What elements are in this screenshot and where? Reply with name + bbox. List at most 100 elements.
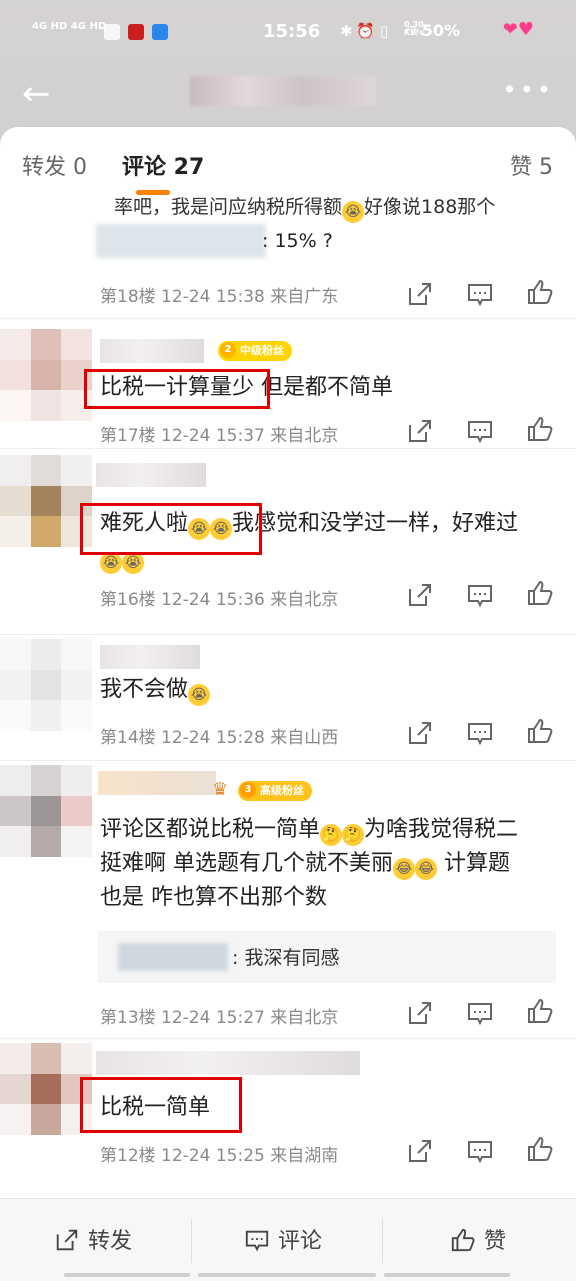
share-icon[interactable]: [406, 280, 434, 308]
bluetooth-icon: ✱: [340, 22, 353, 40]
status-bar: 4G HD 4G HD 15:56 ✱ ⏰ ▯ ◠ 0.30 KB/s 50% …: [0, 18, 576, 48]
share-icon[interactable]: [406, 1137, 434, 1165]
divider: [191, 1219, 192, 1263]
like-icon[interactable]: [526, 278, 554, 306]
thinking-emoji-icon: 🤔: [342, 824, 365, 846]
badge-label: 高级粉丝: [260, 784, 304, 797]
tab-comments[interactable]: 评论 27: [122, 149, 204, 181]
medal-icon: ♛: [212, 779, 229, 800]
blurred-reply-author: [118, 943, 228, 971]
comment-text: 好像说188那个: [364, 196, 496, 218]
highlight-box: [80, 503, 262, 555]
comment-text: : 15% ?: [262, 230, 333, 252]
like-icon[interactable]: [526, 579, 554, 607]
alarm-icon: ⏰: [356, 22, 375, 40]
comment-label: 评论: [278, 1229, 323, 1254]
share-icon: [56, 1229, 78, 1251]
avatar[interactable]: [0, 639, 92, 731]
tab-likes[interactable]: 赞 5: [510, 149, 553, 181]
comment-text: 也是 咋也算不出那个数: [100, 885, 327, 910]
tab-repost[interactable]: 转发 0: [22, 149, 87, 181]
back-arrow-icon[interactable]: ←: [22, 74, 51, 114]
comment-text: 计算题: [437, 851, 510, 876]
comment-icon[interactable]: [466, 999, 494, 1027]
comment-meta: 第12楼 12-24 15:25 来自湖南: [100, 1146, 339, 1166]
comment-text: 评论区都说比税一简单: [100, 817, 321, 842]
crying-emoji-icon: 😭: [342, 201, 365, 223]
like-icon[interactable]: [526, 415, 554, 443]
like-label: 赞: [484, 1229, 507, 1254]
badge-level: 3: [240, 782, 256, 798]
laugh-cry-emoji-icon: 😂: [393, 858, 415, 880]
fan-level-badge: 2 中级粉丝: [218, 341, 292, 361]
crying-emoji-icon: 😭: [100, 552, 122, 574]
crying-emoji-icon: 😭: [122, 552, 144, 574]
bottom-action-bar: 转发 评论 赞: [0, 1198, 576, 1281]
comment-icon[interactable]: [466, 719, 494, 747]
avatar[interactable]: [0, 765, 92, 857]
avatar[interactable]: [0, 329, 92, 421]
blurred-username[interactable]: [100, 645, 200, 669]
comment-text: 我不会做: [100, 677, 189, 702]
blurred-username[interactable]: [96, 463, 206, 487]
like-icon[interactable]: [526, 717, 554, 745]
repost-label: 转发: [88, 1229, 133, 1254]
highlight-box: [80, 1077, 242, 1133]
highlight-box: [84, 369, 270, 409]
gesture-bar: [64, 1273, 190, 1277]
like-icon[interactable]: [526, 1135, 554, 1163]
gesture-bar: [384, 1273, 510, 1277]
comment-item: ♛ 3 高级粉丝 评论区都说比税一简单 🤔 🤔 为啥我觉得税二 挺难啊 单选题有几个就不…: [0, 760, 576, 1039]
more-dots-icon[interactable]: •••: [503, 76, 554, 104]
comment-text: 为啥我觉得税二: [364, 817, 519, 842]
like-button[interactable]: 赞: [450, 1223, 506, 1255]
like-icon[interactable]: [526, 997, 554, 1025]
blurred-username[interactable]: [96, 1051, 360, 1075]
blurred-title: [190, 76, 376, 106]
comment-text: 我感觉和没学过一样，好难过: [232, 511, 519, 536]
badge-label: 中级粉丝: [240, 344, 284, 357]
blurred-username[interactable]: [100, 339, 204, 363]
badge-level: 2: [220, 342, 236, 358]
share-icon[interactable]: [406, 417, 434, 445]
reply-preview[interactable]: : 我深有同感: [98, 931, 556, 983]
avatar[interactable]: [0, 1043, 92, 1135]
comment-item: 2 中级粉丝 比税一计算量少 但是都不简单 第17楼 12-24 15:37 来自…: [0, 318, 576, 449]
comment-item: 我不会做 😭 第14楼 12-24 15:28 来自山西: [0, 634, 576, 761]
reply-text: : 我深有同感: [232, 947, 340, 969]
comment-icon[interactable]: [466, 581, 494, 609]
crying-emoji-icon: 😭: [188, 684, 211, 706]
share-icon[interactable]: [406, 719, 434, 747]
comment-meta: 第14楼 12-24 15:28 来自山西: [100, 728, 339, 748]
like-icon: [451, 1228, 475, 1252]
signal-indicator: 4G HD 4G HD: [32, 21, 107, 32]
repost-button[interactable]: 转发: [54, 1223, 132, 1255]
blurred-username[interactable]: [98, 771, 216, 795]
comment-icon: [245, 1230, 269, 1252]
comment-meta: 第18楼 12-24 15:38 来自广东: [100, 287, 339, 307]
comment-icon[interactable]: [466, 417, 494, 445]
app-notification-icon: [152, 24, 168, 40]
avatar[interactable]: [0, 455, 92, 547]
comment-button[interactable]: 评论: [244, 1223, 322, 1255]
share-icon[interactable]: [406, 581, 434, 609]
share-icon[interactable]: [406, 999, 434, 1027]
comment-text: 率吧，我是问应纳税所得额: [114, 196, 343, 218]
comment-icon[interactable]: [466, 280, 494, 308]
top-bar: ← •••: [0, 70, 576, 120]
tab-bar: 转发 0 评论 27 赞 5: [0, 127, 576, 197]
play-icon: [104, 24, 120, 40]
app-notification-icon: [128, 24, 144, 40]
comment-icon[interactable]: [466, 1137, 494, 1165]
thinking-emoji-icon: 🤔: [320, 824, 343, 846]
battery-percent: 50%: [421, 21, 460, 40]
vibrate-icon: ▯: [380, 22, 389, 40]
heart-icon: ❤♥: [502, 19, 534, 40]
comment-item: 难死人啦 😭 😭 我感觉和没学过一样，好难过 😭 😭 第16楼 12-24 15:36 …: [0, 448, 576, 635]
comment-text: 挺难啊 单选题有几个就不美丽: [100, 851, 393, 876]
blurred-mention: [96, 224, 266, 258]
comment-meta: 第16楼 12-24 15:36 来自北京: [100, 590, 339, 610]
fan-level-badge: 3 高级粉丝: [238, 781, 312, 801]
gesture-bar: [198, 1273, 376, 1277]
laugh-cry-emoji-icon: 😂: [415, 858, 437, 880]
